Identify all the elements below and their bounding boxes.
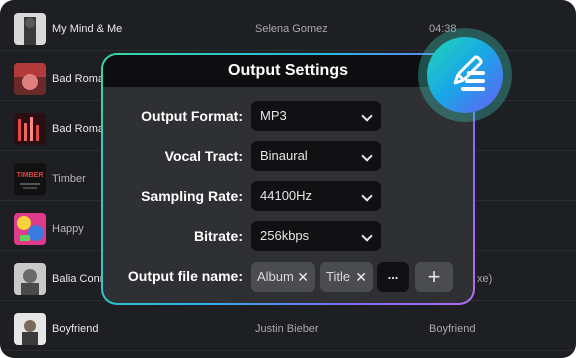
album-art (14, 313, 46, 345)
edit-badge (418, 28, 512, 122)
close-icon[interactable]: ✕ (297, 262, 309, 292)
chevron-down-icon (361, 110, 373, 122)
vocal-tract-label: Vocal Tract: (164, 148, 243, 164)
more-button[interactable]: ... (377, 262, 409, 292)
song-title: Bad Roma (52, 122, 104, 135)
song-album: xe) (477, 272, 493, 285)
song-album: Boyfriend (429, 322, 476, 335)
filename-tag-title[interactable]: Title ✕ (320, 262, 373, 292)
bitrate-select[interactable]: 256kbps (251, 221, 381, 251)
output-file-name-label: Output file name: (127, 268, 243, 284)
song-title: Bad Roma (52, 72, 104, 85)
song-title: My Mind & Me (52, 22, 123, 35)
close-icon[interactable]: ✕ (355, 262, 367, 292)
album-art (14, 63, 46, 95)
song-artist: Selena Gomez (255, 22, 328, 35)
album-art (14, 263, 46, 295)
thumb-text: TIMBER (17, 172, 44, 179)
edit-list-icon (427, 37, 503, 113)
album-art (14, 13, 46, 45)
song-title: Boyfriend (52, 322, 99, 335)
chevron-down-icon (361, 150, 373, 162)
output-format-select[interactable]: MP3 (251, 101, 381, 131)
output-settings-dialog: Output Settings Output Format: MP3 Vocal… (101, 53, 475, 305)
vocal-tract-select[interactable]: Binaural (251, 141, 381, 171)
song-title: Timber (52, 172, 86, 185)
filename-tag-label: Album (257, 269, 294, 284)
sampling-rate-value: 44100Hz (260, 188, 313, 203)
album-art (14, 213, 46, 245)
chevron-down-icon (361, 190, 373, 202)
vocal-tract-value: Binaural (260, 148, 308, 163)
song-artist: Justin Bieber (255, 322, 319, 335)
filename-tag-label: Title (326, 269, 351, 284)
song-title: Happy (52, 222, 84, 235)
album-art (14, 113, 46, 145)
output-format-value: MP3 (260, 108, 287, 123)
filename-tag-album[interactable]: Album ✕ (251, 262, 315, 292)
song-title: Balia Conn (52, 272, 106, 285)
dialog-body: Output Settings Output Format: MP3 Vocal… (103, 55, 473, 303)
bitrate-label: Bitrate: (193, 228, 243, 244)
sampling-rate-label: Sampling Rate: (141, 188, 243, 204)
chevron-down-icon (361, 230, 373, 242)
sampling-rate-select[interactable]: 44100Hz (251, 181, 381, 211)
output-format-label: Output Format: (141, 108, 243, 124)
list-item[interactable]: Boyfriend Justin Bieber Boyfriend (0, 307, 576, 351)
album-art: TIMBER (14, 163, 46, 195)
add-tag-button[interactable]: + (415, 262, 453, 292)
bitrate-value: 256kbps (260, 228, 310, 243)
